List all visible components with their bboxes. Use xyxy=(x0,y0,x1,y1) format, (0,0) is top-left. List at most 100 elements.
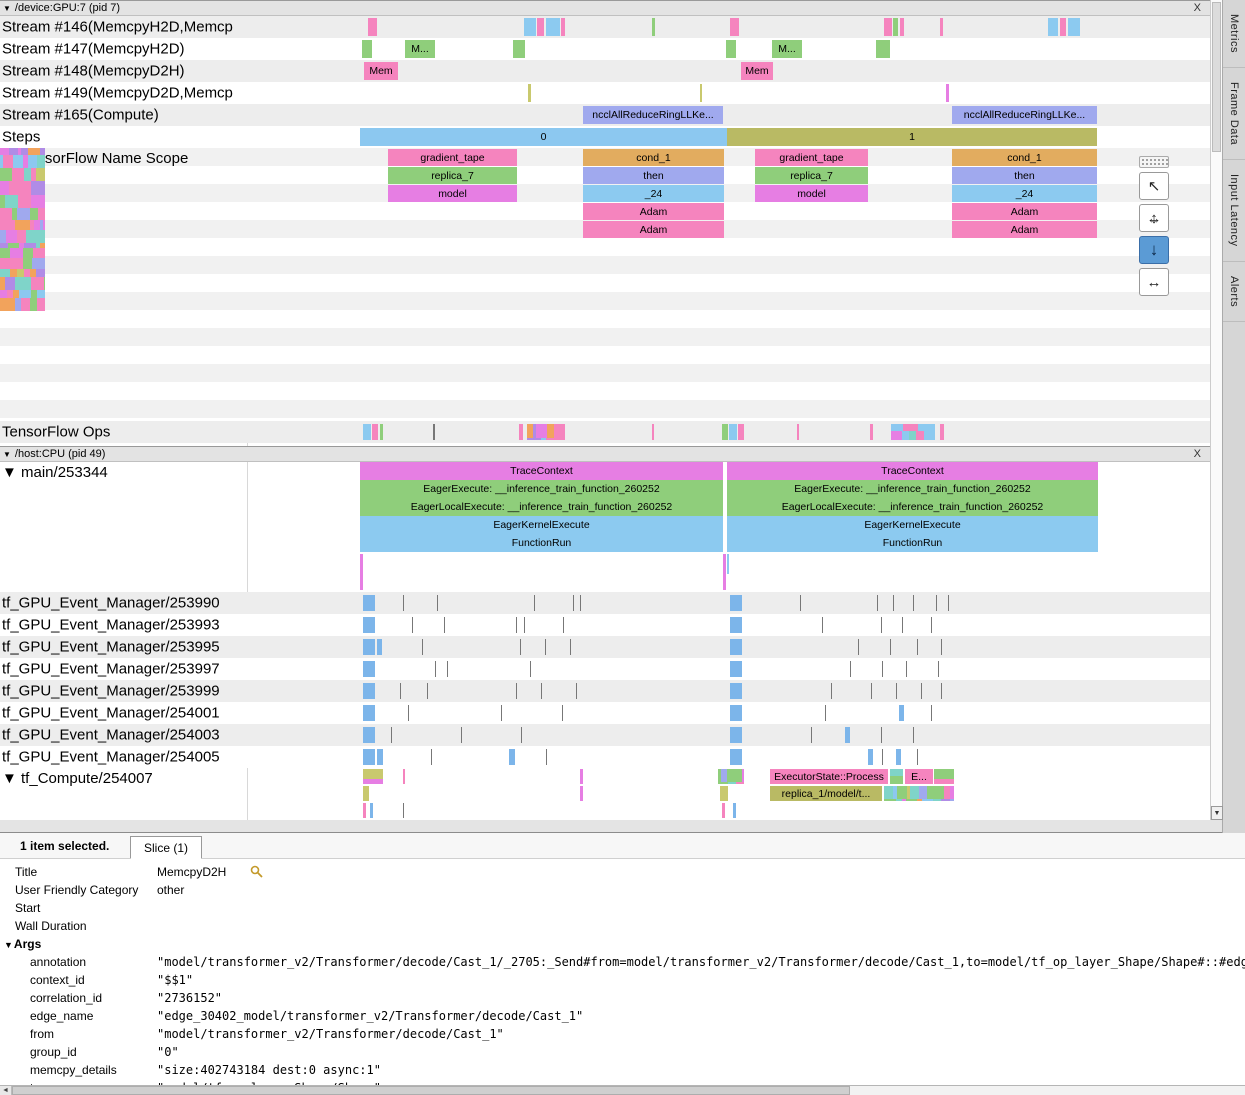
cpu-panel-header[interactable]: ▼ /host:CPU (pid 49) X xyxy=(0,446,1210,462)
trace-slice[interactable] xyxy=(730,595,742,611)
trace-slice[interactable]: ncclAllReduceRingLLKe... xyxy=(583,106,723,124)
collapse-icon[interactable]: ▼ xyxy=(4,940,13,950)
trace-slice[interactable] xyxy=(530,661,531,677)
trace-slice[interactable] xyxy=(573,595,574,611)
trace-slice[interactable] xyxy=(501,705,502,721)
trace-slice[interactable] xyxy=(363,683,375,699)
trace-slice[interactable]: EagerLocalExecute: __inference_train_fun… xyxy=(360,498,723,516)
trace-slice[interactable]: replica_1/model/t... xyxy=(770,786,882,801)
trace-slice[interactable] xyxy=(906,661,907,677)
trace-slice[interactable] xyxy=(896,683,897,699)
trace-slice[interactable] xyxy=(576,683,577,699)
trace-slice[interactable] xyxy=(913,727,914,743)
trace-slice[interactable] xyxy=(913,595,914,611)
trace-slice[interactable] xyxy=(896,749,901,765)
trace-slice[interactable] xyxy=(580,769,583,784)
zoom-tool-button[interactable]: ↓ xyxy=(1139,236,1169,264)
trace-slice[interactable] xyxy=(730,18,739,36)
trace-slice[interactable] xyxy=(738,424,744,440)
trace-slice[interactable] xyxy=(561,18,565,36)
trace-slice[interactable] xyxy=(527,424,565,440)
trace-slice[interactable] xyxy=(513,40,525,58)
trace-slice[interactable] xyxy=(363,424,371,440)
trace-slice[interactable]: ncclAllReduceRingLLKe... xyxy=(952,106,1097,124)
trace-slice[interactable]: Adam xyxy=(583,203,724,220)
trace-slice[interactable] xyxy=(700,84,702,102)
trace-slice[interactable] xyxy=(931,705,932,721)
trace-slice[interactable]: EagerExecute: __inference_train_function… xyxy=(727,480,1098,498)
tab-input-latency[interactable]: Input Latency xyxy=(1223,160,1245,262)
trace-slice[interactable] xyxy=(811,727,812,743)
trace-slice[interactable] xyxy=(1060,18,1066,36)
trace-slice[interactable]: cond_1 xyxy=(952,149,1097,166)
tab-alerts[interactable]: Alerts xyxy=(1223,262,1245,322)
trace-slice[interactable] xyxy=(403,595,404,611)
trace-slice[interactable] xyxy=(408,705,409,721)
trace-slice[interactable]: M... xyxy=(772,40,802,58)
trace-slice[interactable]: Adam xyxy=(952,221,1097,238)
scroll-down-button[interactable]: ▼ xyxy=(1211,806,1223,820)
trace-slice[interactable] xyxy=(730,683,742,699)
gpu-panel-header[interactable]: ▼ /device:GPU:7 (pid 7) X xyxy=(0,0,1210,16)
trace-slice[interactable] xyxy=(941,639,942,655)
trace-slice[interactable] xyxy=(890,639,891,655)
trace-slice[interactable]: gradient_tape xyxy=(755,149,868,166)
trace-slice[interactable] xyxy=(893,18,898,36)
trace-slice[interactable]: gradient_tape xyxy=(388,149,517,166)
close-icon[interactable]: X xyxy=(1191,2,1204,14)
trace-slice[interactable]: M... xyxy=(405,40,435,58)
trace-slice[interactable] xyxy=(363,705,375,721)
trace-slice[interactable] xyxy=(545,639,546,655)
trace-slice[interactable] xyxy=(519,424,523,440)
trace-slice[interactable] xyxy=(427,683,428,699)
trace-slice[interactable] xyxy=(882,661,883,677)
trace-slice[interactable] xyxy=(541,683,542,699)
trace-slice[interactable] xyxy=(881,617,882,633)
trace-slice[interactable]: 0 xyxy=(360,128,727,146)
trace-slice[interactable] xyxy=(363,595,375,611)
trace-slice[interactable] xyxy=(881,727,882,743)
main-thread-label[interactable]: ▼ main/253344 xyxy=(2,464,108,481)
trace-slice[interactable] xyxy=(831,683,832,699)
trace-slice[interactable] xyxy=(931,617,932,633)
trace-slice[interactable]: _24 xyxy=(952,185,1097,202)
trace-slice[interactable]: ExecutorState::Process xyxy=(770,769,888,784)
trace-slice[interactable] xyxy=(729,424,737,440)
trace-slice[interactable]: EagerExecute: __inference_train_function… xyxy=(360,480,723,498)
trace-slice[interactable]: cond_1 xyxy=(583,149,724,166)
args-section-header[interactable]: ▼Args xyxy=(0,935,1245,953)
trace-slice[interactable] xyxy=(652,18,655,36)
close-icon[interactable]: X xyxy=(1191,448,1204,460)
trace-slice[interactable] xyxy=(884,786,954,801)
trace-slice[interactable] xyxy=(858,639,859,655)
scrollbar-thumb[interactable] xyxy=(1212,2,1221,152)
trace-slice[interactable] xyxy=(363,727,375,743)
trace-slice[interactable] xyxy=(447,661,448,677)
timing-tool-button[interactable]: ↔ xyxy=(1139,268,1169,296)
collapse-icon[interactable]: ▼ xyxy=(3,4,11,13)
trace-slice[interactable] xyxy=(400,683,401,699)
trace-slice[interactable] xyxy=(563,617,564,633)
compute-label[interactable]: ▼ tf_Compute/254007 xyxy=(2,770,153,787)
trace-slice[interactable] xyxy=(652,424,654,440)
trace-slice[interactable]: EagerKernelExecute xyxy=(727,516,1098,534)
trace-slice[interactable] xyxy=(825,705,826,721)
trace-slice[interactable] xyxy=(437,595,438,611)
trace-slice[interactable] xyxy=(363,749,375,765)
trace-slice[interactable] xyxy=(845,727,850,743)
trace-slice[interactable]: Mem xyxy=(741,62,773,80)
trace-slice[interactable] xyxy=(882,749,883,765)
trace-slice[interactable] xyxy=(733,803,736,818)
trace-slice[interactable] xyxy=(946,84,949,102)
trace-slice[interactable] xyxy=(380,424,383,440)
panel-splitter[interactable] xyxy=(0,820,1222,833)
trace-slice[interactable] xyxy=(936,595,937,611)
trace-slice[interactable] xyxy=(580,786,583,801)
trace-slice[interactable]: model xyxy=(755,185,868,202)
trace-slice[interactable] xyxy=(902,617,903,633)
trace-slice[interactable] xyxy=(562,705,563,721)
trace-slice[interactable] xyxy=(524,617,525,633)
trace-slice[interactable] xyxy=(718,769,744,784)
trace-slice[interactable]: then xyxy=(583,167,724,184)
trace-timeline[interactable]: ▼ /device:GPU:7 (pid 7) X ▼ /host:CPU (p… xyxy=(0,0,1210,820)
